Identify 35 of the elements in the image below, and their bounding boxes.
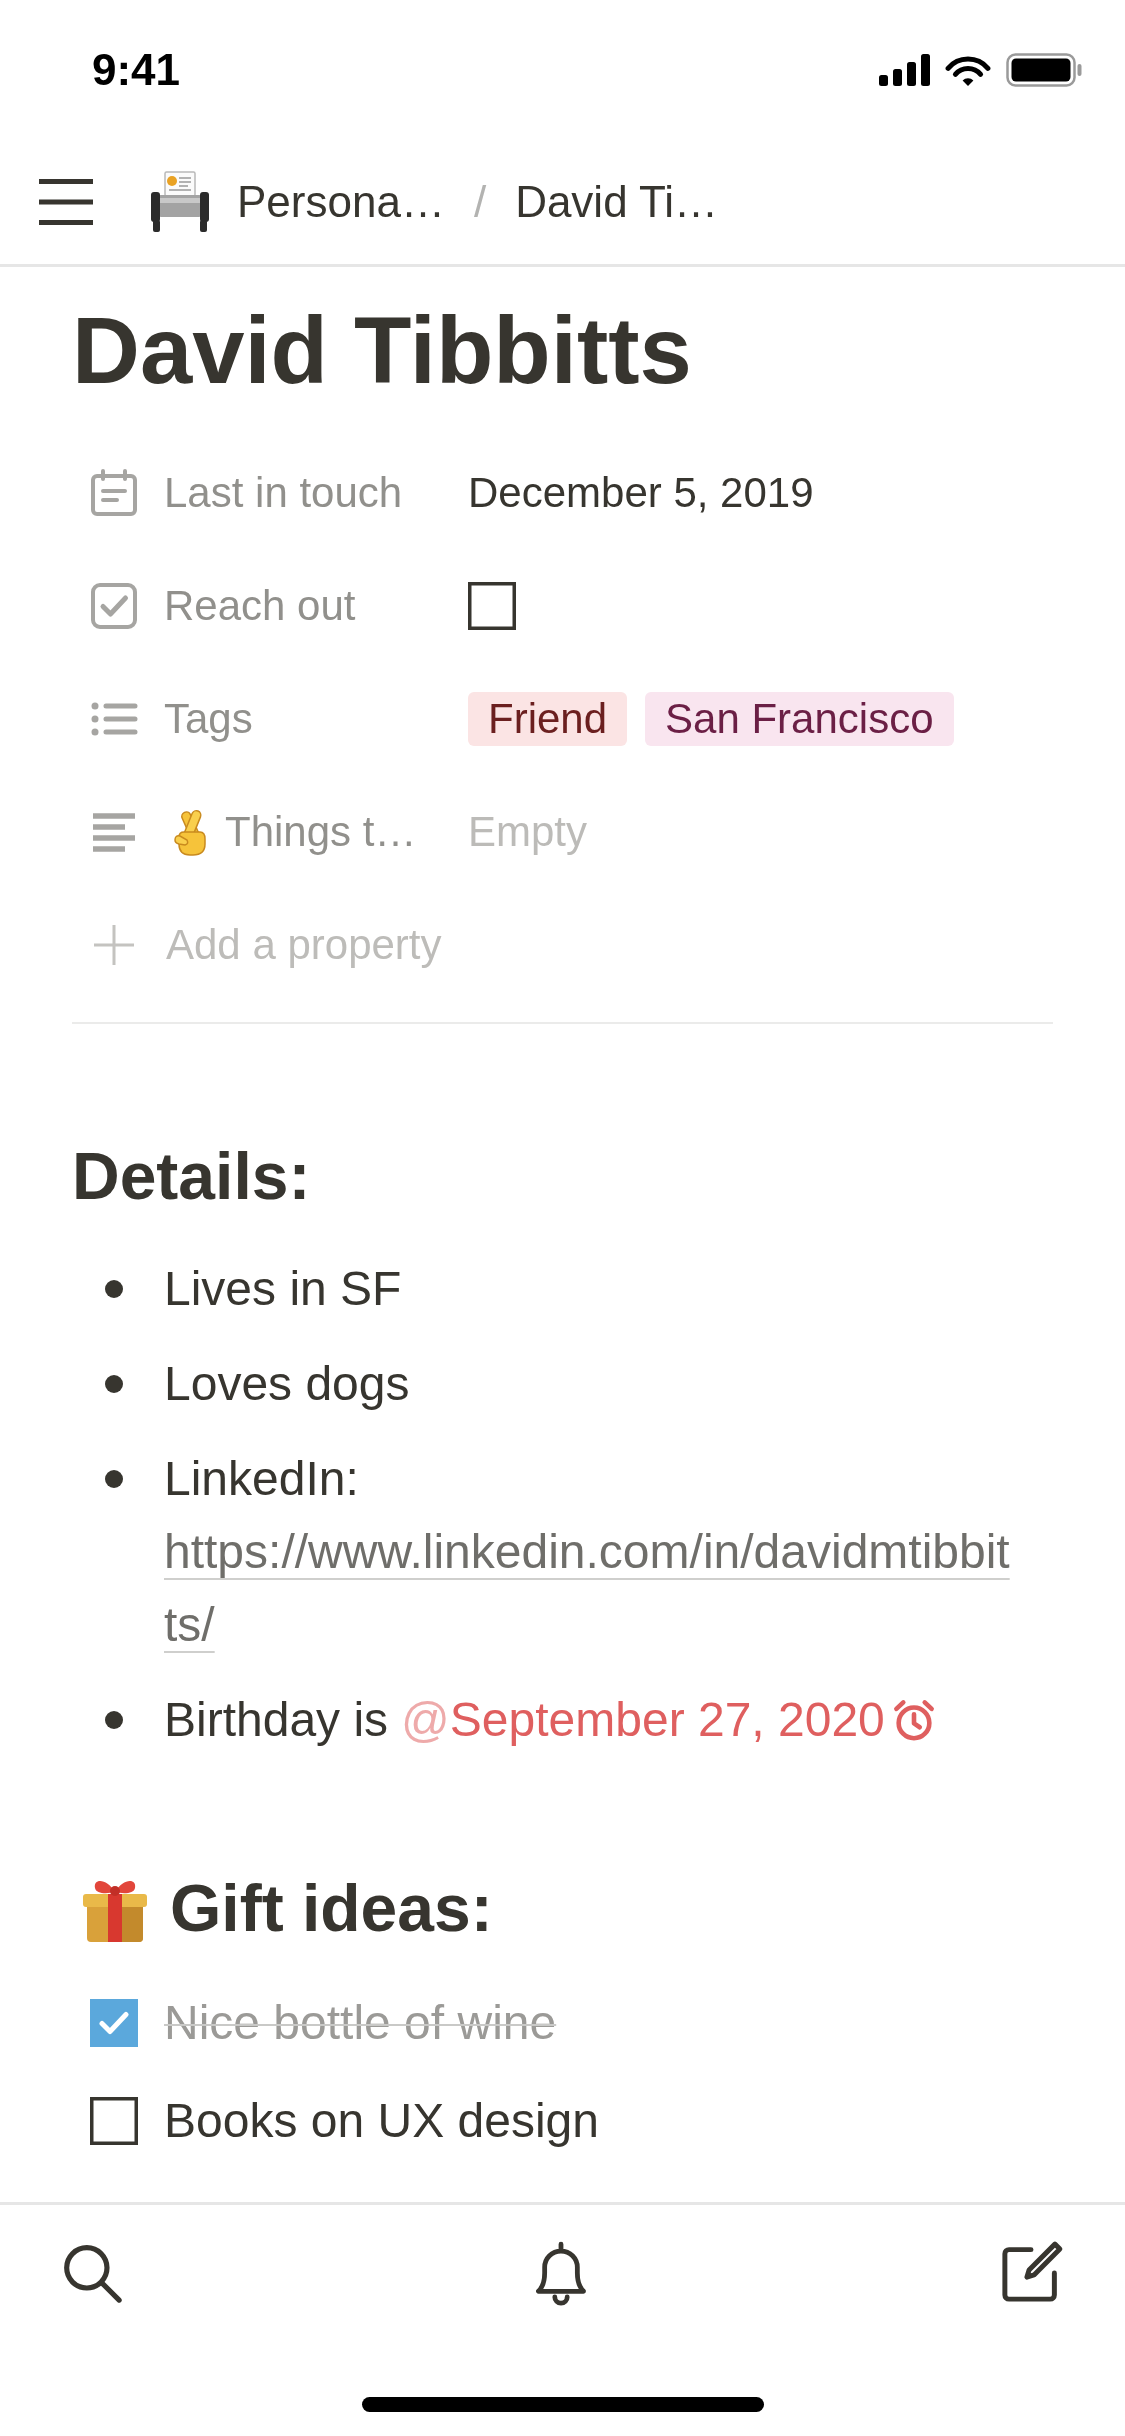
page-title: David Tibbitts: [72, 304, 693, 398]
property-name: Reach out: [164, 584, 356, 627]
date-mention[interactable]: @September 27, 2020: [401, 1695, 937, 1744]
status-time: 9:41: [92, 48, 181, 92]
tag[interactable]: Friend: [468, 691, 628, 746]
plus-icon: [93, 923, 135, 966]
tag[interactable]: San Francisco: [645, 691, 954, 746]
bullet-icon: [105, 1279, 123, 1298]
section-heading: Gift ideas:: [170, 1875, 493, 1941]
checked-box-icon: [90, 581, 138, 630]
bullet-icon: [105, 1374, 123, 1393]
date-value[interactable]: December 5, 2019: [468, 471, 814, 514]
search-icon[interactable]: [61, 2242, 123, 2304]
battery-icon: [1006, 53, 1082, 87]
section-heading: Details:: [72, 1143, 311, 1209]
breadcrumb-separator: /: [473, 180, 487, 224]
property-name: Things t…: [225, 810, 417, 853]
checkbox[interactable]: [468, 581, 516, 630]
bullet-text: LinkedIn:: [164, 1451, 359, 1507]
signal-icon: [879, 54, 930, 86]
link[interactable]: https://www.linkedin.com/in/davidmtibbitts/: [164, 1515, 1019, 1661]
checkbox[interactable]: [90, 2097, 138, 2145]
property-name: Tags: [164, 697, 253, 740]
property-name: Last in touch: [164, 471, 403, 514]
bullet-text: Birthday is: [164, 1695, 389, 1744]
todo-text: Books on UX design: [164, 2097, 599, 2145]
calendar-icon: [90, 468, 138, 517]
bullet-text: Lives in SF: [164, 1261, 402, 1317]
breadcrumb-link[interactable]: David Ti…: [515, 180, 719, 224]
bullet-icon: [105, 1710, 123, 1729]
breadcrumb-link[interactable]: Persona…: [151, 171, 445, 233]
bullet-icon: [105, 1469, 123, 1488]
checkbox[interactable]: [90, 1999, 138, 2047]
bullet-text: Loves dogs: [164, 1356, 410, 1412]
menu-icon[interactable]: [39, 179, 93, 225]
